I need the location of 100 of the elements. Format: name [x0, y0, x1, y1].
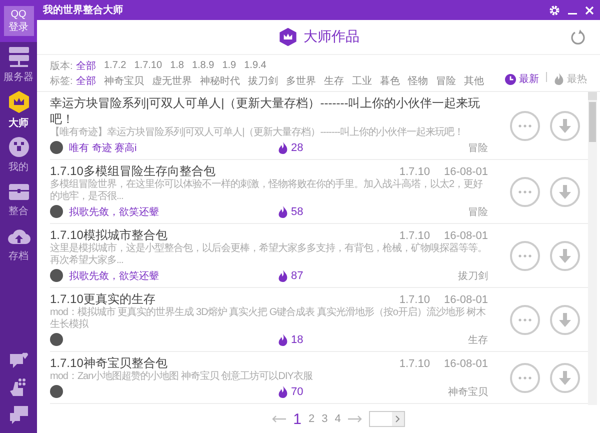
filter-option[interactable]: 其他: [464, 74, 484, 88]
item-description: 多模组冒险世界，在这里你可以体验不一样的刺激，怪物将败在你的手里。加入战斗高塔，以太2，更好的地牢，是否很...: [50, 179, 484, 203]
download-button[interactable]: [550, 110, 580, 140]
filter-option[interactable]: 神奇宝贝: [104, 74, 144, 88]
filter-option[interactable]: 虚无世界: [152, 74, 192, 88]
filter-option[interactable]: 1.7.2: [104, 60, 126, 71]
filter-option[interactable]: 冒险: [436, 74, 456, 88]
download-button[interactable]: [550, 362, 580, 392]
filter-option[interactable]: 怪物: [408, 74, 428, 88]
filter-label: 版本:: [50, 60, 74, 72]
avatar: [50, 333, 63, 346]
prev-arrow-icon[interactable]: [272, 415, 286, 423]
flame-icon: [278, 334, 288, 346]
filter-label: 标签:: [50, 74, 74, 88]
download-arrow-icon: [559, 184, 571, 198]
item-title[interactable]: 1.7.10多模组冒险生存向整合包: [50, 163, 386, 179]
filter-option[interactable]: 生存: [324, 74, 344, 88]
page-link[interactable]: 3: [322, 413, 328, 425]
filter-option[interactable]: 全部: [76, 74, 96, 88]
close-icon[interactable]: [585, 6, 594, 14]
filter-option[interactable]: 拔刀剑: [248, 74, 278, 88]
item-tag: 拔刀剑: [458, 268, 488, 282]
item-version: 1.7.10: [399, 230, 430, 242]
page-jump-field[interactable]: [368, 411, 405, 427]
item-date: 16-08-01: [444, 358, 488, 370]
item-version: 1.7.10: [399, 294, 430, 306]
flame-icon: [278, 206, 288, 218]
chevron-right-icon: [395, 415, 400, 423]
item-title[interactable]: 幸运方块冒险系列|可双人可单人|（更新大量存档）-------叫上你的小伙伴一起来玩吧！: [50, 95, 488, 127]
crown-icon: [278, 27, 298, 47]
item-title[interactable]: 1.7.10更真实的生存: [50, 291, 386, 307]
ellipsis-icon: [518, 254, 532, 258]
ellipsis-icon: [518, 318, 532, 322]
download-button[interactable]: [550, 304, 580, 334]
item-tag: 神奇宝贝: [448, 384, 488, 398]
avatar: [50, 385, 63, 398]
hot-count: 18: [291, 334, 304, 346]
more-button[interactable]: [510, 362, 540, 392]
author-name[interactable]: 拟歌先敛，欲笑还颦: [69, 268, 159, 282]
filter-option[interactable]: 1.7.10: [134, 60, 162, 71]
sort-option[interactable]: 最热: [554, 72, 587, 86]
download-arrow-icon: [559, 248, 571, 262]
touch-icon[interactable]: [8, 377, 28, 397]
avatar: [50, 269, 63, 282]
hot-count: 58: [291, 206, 304, 218]
sidebar-item[interactable]: 整合: [0, 177, 37, 222]
filter-option[interactable]: 1.8.9: [192, 60, 214, 71]
download-arrow-icon: [559, 370, 571, 384]
author-name[interactable]: 唯有 奇迹 赛高i: [69, 140, 137, 154]
window-title: 我的世界整合大师: [43, 4, 124, 17]
page-link[interactable]: 4: [334, 413, 341, 425]
quote-chat-icon[interactable]: [8, 405, 28, 425]
download-arrow-icon: [559, 312, 571, 326]
sidebar-item[interactable]: 我的: [0, 132, 37, 177]
more-button[interactable]: [510, 110, 540, 140]
more-button[interactable]: [510, 304, 540, 334]
go-button[interactable]: [392, 412, 404, 426]
filter-option[interactable]: 多世界: [286, 74, 316, 88]
item-date: 16-08-01: [444, 230, 488, 242]
sidebar-item[interactable]: 大师: [0, 87, 37, 132]
clock-icon: [505, 74, 516, 84]
more-button[interactable]: [510, 240, 540, 270]
item-version: 1.7.10: [399, 166, 430, 178]
hot-count: 87: [291, 270, 304, 282]
item-date: 16-08-01: [444, 166, 488, 178]
item-description: mod：Zan小地图超赞的小地图 神奇宝贝 创意工坊可以DIY衣服: [50, 371, 314, 383]
filter-option[interactable]: 暮色: [380, 74, 400, 88]
more-button[interactable]: [510, 176, 540, 206]
download-button[interactable]: [550, 240, 580, 270]
chest-icon: [8, 182, 30, 202]
item-title[interactable]: 1.7.10神奇宝贝整合包: [50, 355, 386, 371]
item-description: mod：模拟城市 更真实的世界生成 3D熔炉 真实火把 G键合成表 真实光滑地形（按o开启）流沙地形 树木生长模拟: [50, 307, 487, 331]
sort-option[interactable]: 最新: [505, 72, 539, 86]
ellipsis-icon: [518, 376, 532, 380]
download-arrow-icon: [559, 118, 571, 132]
page-link[interactable]: 2: [308, 413, 315, 425]
filter-option[interactable]: 工业: [352, 74, 372, 88]
scrollbar[interactable]: [588, 92, 597, 405]
chat-heart-icon[interactable]: [8, 351, 28, 369]
hot-count: 70: [291, 386, 304, 398]
next-arrow-icon[interactable]: [348, 415, 362, 423]
refresh-icon[interactable]: [570, 29, 586, 45]
item-description: 【唯有奇迹】幸运方块冒险系列|可双人可单人|（更新大量存档）-------叫上你的小伙伴一起来玩吧！: [50, 127, 465, 139]
item-version: 1.7.10: [399, 358, 430, 370]
filter-option[interactable]: 1.9: [222, 60, 236, 71]
settings-icon[interactable]: [549, 4, 560, 16]
qq-login-button[interactable]: QQ 登录: [4, 6, 34, 36]
page-link[interactable]: 1: [293, 410, 302, 428]
filter-option[interactable]: 1.9.4: [244, 60, 266, 71]
item-title[interactable]: 1.7.10模拟城市整合包: [50, 227, 386, 243]
filter-option[interactable]: 全部: [76, 58, 96, 72]
sidebar-item[interactable]: 服务器: [0, 42, 37, 87]
item-tag: 冒险: [468, 204, 488, 218]
sidebar-item[interactable]: 存档: [0, 222, 37, 267]
avatar: [50, 141, 63, 154]
author-name[interactable]: 拟歌先敛，欲笑还颦: [69, 204, 159, 218]
download-button[interactable]: [550, 176, 580, 206]
avatar: [50, 205, 63, 218]
filter-option[interactable]: 神秘时代: [200, 74, 240, 88]
filter-option[interactable]: 1.8: [170, 60, 184, 71]
